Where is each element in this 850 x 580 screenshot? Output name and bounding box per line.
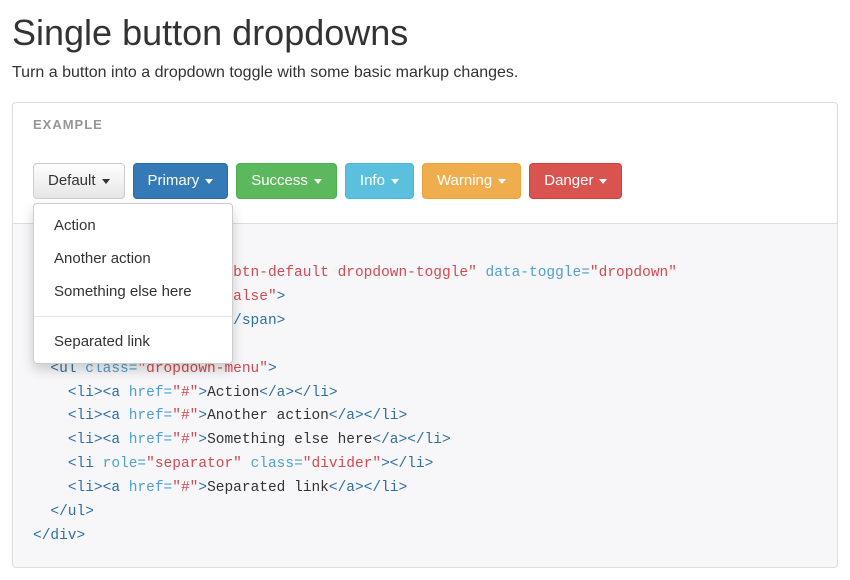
default-button-group: Default Action Another action Something … (33, 163, 125, 199)
success-button-label: Success (251, 172, 308, 190)
warning-button-label: Warning (437, 172, 492, 190)
dropdown-item-something[interactable]: Something else here (34, 275, 232, 308)
primary-button-label: Primary (148, 172, 200, 190)
success-dropdown-button[interactable]: Success (236, 163, 337, 199)
caret-icon (391, 179, 399, 184)
dropdown-menu: Action Another action Something else her… (33, 203, 233, 364)
caret-icon (102, 179, 110, 184)
default-button-label: Default (48, 172, 96, 190)
dropdown-item-separated[interactable]: Separated link (34, 325, 232, 358)
example-label: EXAMPLE (33, 117, 103, 132)
page-subtitle: Turn a button into a dropdown toggle wit… (12, 64, 838, 82)
info-dropdown-button[interactable]: Info (345, 163, 414, 199)
info-button-label: Info (360, 172, 385, 190)
page-title: Single button dropdowns (12, 12, 838, 54)
warning-dropdown-button[interactable]: Warning (422, 163, 521, 199)
danger-button-label: Danger (544, 172, 593, 190)
caret-icon (314, 179, 322, 184)
primary-dropdown-button[interactable]: Primary (133, 163, 229, 199)
dropdown-item-action[interactable]: Action (34, 209, 232, 242)
caret-icon (599, 179, 607, 184)
danger-dropdown-button[interactable]: Danger (529, 163, 622, 199)
caret-icon (205, 179, 213, 184)
default-dropdown-button[interactable]: Default (33, 163, 125, 199)
dropdown-divider (34, 316, 232, 317)
caret-icon (498, 179, 506, 184)
dropdown-item-another[interactable]: Another action (34, 242, 232, 275)
button-row: Default Action Another action Something … (33, 163, 817, 199)
example-panel: EXAMPLE Default Action Another action So… (12, 102, 838, 224)
